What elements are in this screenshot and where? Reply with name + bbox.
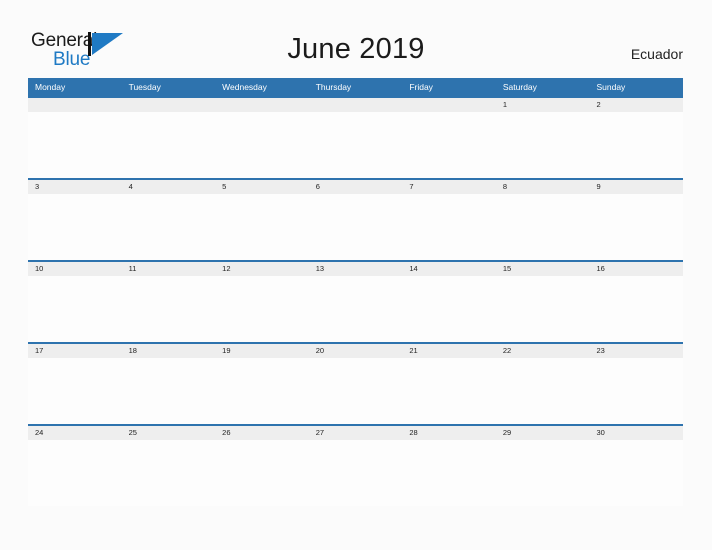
day-cell[interactable] (402, 98, 496, 112)
weekday-monday: Monday (35, 82, 66, 92)
calendar-week-row: 24 25 26 27 28 29 30 (28, 424, 683, 506)
day-cell[interactable]: 12 (215, 262, 309, 276)
day-cell[interactable] (28, 98, 122, 112)
calendar-grid: Monday Tuesday Wednesday Thursday Friday… (28, 78, 683, 506)
day-cell[interactable] (309, 98, 403, 112)
country-label: Ecuador (630, 46, 683, 62)
weekday-saturday: Saturday (502, 82, 537, 92)
day-cell[interactable]: 21 (402, 344, 496, 358)
calendar-week-row: 10 11 12 13 14 15 16 (28, 260, 683, 342)
day-cell[interactable]: 29 (496, 426, 590, 440)
weekday-sunday: Sunday (596, 82, 626, 92)
week-content-area[interactable] (28, 440, 683, 506)
week-content-area[interactable] (28, 194, 683, 260)
day-cell[interactable]: 19 (215, 344, 309, 358)
day-cell[interactable]: 28 (402, 426, 496, 440)
day-cell[interactable]: 6 (309, 180, 403, 194)
day-cell[interactable]: 17 (28, 344, 122, 358)
weekday-friday: Friday (409, 82, 433, 92)
day-cell[interactable]: 25 (122, 426, 216, 440)
day-cell[interactable] (122, 98, 216, 112)
day-cell[interactable]: 24 (28, 426, 122, 440)
week-number-strip: 24 25 26 27 28 29 30 (28, 424, 683, 440)
day-cell[interactable]: 14 (402, 262, 496, 276)
week-number-strip: 1 2 (28, 96, 683, 112)
day-cell[interactable]: 11 (122, 262, 216, 276)
week-number-strip: 17 18 19 20 21 22 23 (28, 342, 683, 358)
day-cell[interactable]: 23 (589, 344, 683, 358)
calendar-page: General Blue June 2019 Ecuador Monday Tu… (0, 0, 712, 550)
day-cell[interactable]: 3 (28, 180, 122, 194)
calendar-week-row: 3 4 5 6 7 8 9 (28, 178, 683, 260)
page-title: June 2019 (287, 33, 425, 65)
day-cell[interactable]: 18 (122, 344, 216, 358)
weekday-thursday: Thursday (315, 82, 352, 92)
day-cell[interactable]: 8 (496, 180, 590, 194)
day-cell[interactable]: 20 (309, 344, 403, 358)
weekday-wednesday: Wednesday (222, 82, 267, 92)
day-cell[interactable]: 26 (215, 426, 309, 440)
weekday-header-row: Monday Tuesday Wednesday Thursday Friday… (28, 78, 683, 96)
day-cell[interactable]: 16 (589, 262, 683, 276)
day-cell[interactable]: 4 (122, 180, 216, 194)
day-cell[interactable]: 13 (309, 262, 403, 276)
day-cell[interactable]: 30 (589, 426, 683, 440)
day-cell[interactable]: 1 (496, 98, 590, 112)
day-cell[interactable]: 9 (589, 180, 683, 194)
calendar-week-row: 1 2 (28, 96, 683, 178)
week-content-area[interactable] (28, 112, 683, 178)
weekday-tuesday: Tuesday (128, 82, 161, 92)
day-cell[interactable]: 22 (496, 344, 590, 358)
day-cell[interactable]: 15 (496, 262, 590, 276)
week-number-strip: 3 4 5 6 7 8 9 (28, 178, 683, 194)
day-cell[interactable]: 7 (402, 180, 496, 194)
week-number-strip: 10 11 12 13 14 15 16 (28, 260, 683, 276)
day-cell[interactable]: 10 (28, 262, 122, 276)
day-cell[interactable] (215, 98, 309, 112)
day-cell[interactable]: 2 (589, 98, 683, 112)
day-cell[interactable]: 5 (215, 180, 309, 194)
page-header: General Blue June 2019 Ecuador (0, 0, 712, 78)
week-content-area[interactable] (28, 276, 683, 342)
calendar-week-row: 17 18 19 20 21 22 23 (28, 342, 683, 424)
day-cell[interactable]: 27 (309, 426, 403, 440)
week-content-area[interactable] (28, 358, 683, 424)
